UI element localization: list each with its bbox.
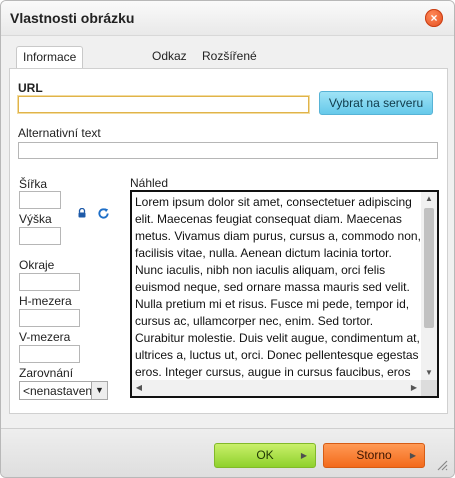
scroll-right-arrow-icon[interactable]: ▶ <box>407 380 421 396</box>
scroll-thumb[interactable] <box>424 208 434 328</box>
close-icon[interactable]: × <box>425 9 443 27</box>
preview-label: Náhled <box>130 176 169 190</box>
cancel-button[interactable]: Storno ▶ <box>323 443 425 468</box>
hspace-label: H-mezera <box>19 294 72 308</box>
url-label: URL <box>18 81 43 95</box>
hspace-input[interactable] <box>19 309 80 327</box>
alt-text-label: Alternativní text <box>18 126 101 140</box>
border-input[interactable] <box>19 273 80 291</box>
reload-icon[interactable] <box>97 207 110 220</box>
cancel-button-label: Storno <box>356 448 392 462</box>
image-properties-dialog: Vlastnosti obrázku × Informace o obrázku… <box>0 0 455 478</box>
tab-advanced[interactable]: Rozšířené <box>196 46 263 67</box>
ok-button[interactable]: OK ▶ <box>214 443 316 468</box>
lock-icon[interactable] <box>77 208 87 218</box>
width-label: Šířka <box>19 177 48 191</box>
preview-box[interactable]: Lorem ipsum dolor sit amet, consectetuer… <box>130 190 439 398</box>
vspace-label: V-mezera <box>19 330 71 344</box>
tab-image-info[interactable]: Informace o obrázku <box>16 46 84 85</box>
scroll-up-arrow-icon[interactable]: ▲ <box>421 192 437 206</box>
resize-grip-icon[interactable] <box>436 459 448 471</box>
align-label: Zarovnání <box>19 366 74 380</box>
border-label: Okraje <box>19 258 55 272</box>
ok-button-label: OK <box>256 448 274 462</box>
preview-vertical-scrollbar[interactable]: ▲ ▼ <box>421 192 437 380</box>
scrollbar-corner <box>421 380 437 396</box>
cancel-arrow-icon: ▶ <box>409 451 416 460</box>
vspace-input[interactable] <box>19 345 80 363</box>
scroll-down-arrow-icon[interactable]: ▼ <box>421 366 437 380</box>
dropdown-arrow-icon: ▼ <box>91 382 107 399</box>
alt-text-input[interactable] <box>18 142 438 159</box>
tab-link[interactable]: Odkaz <box>146 46 193 67</box>
width-input[interactable] <box>19 191 61 209</box>
align-select[interactable]: <nenastaveno> ▼ <box>19 381 108 400</box>
browse-server-button[interactable]: Vybrat na serveru <box>319 91 433 115</box>
ok-arrow-icon: ▶ <box>300 451 307 460</box>
dialog-titlebar[interactable]: Vlastnosti obrázku × <box>1 1 454 36</box>
preview-horizontal-scrollbar[interactable]: ◀ ▶ <box>132 380 421 396</box>
url-input[interactable] <box>18 96 309 113</box>
dialog-title: Vlastnosti obrázku <box>10 10 135 26</box>
preview-text: Lorem ipsum dolor sit amet, consectetuer… <box>135 195 421 379</box>
height-input[interactable] <box>19 227 61 245</box>
height-label: Výška <box>19 212 52 226</box>
scroll-left-arrow-icon[interactable]: ◀ <box>132 380 146 396</box>
